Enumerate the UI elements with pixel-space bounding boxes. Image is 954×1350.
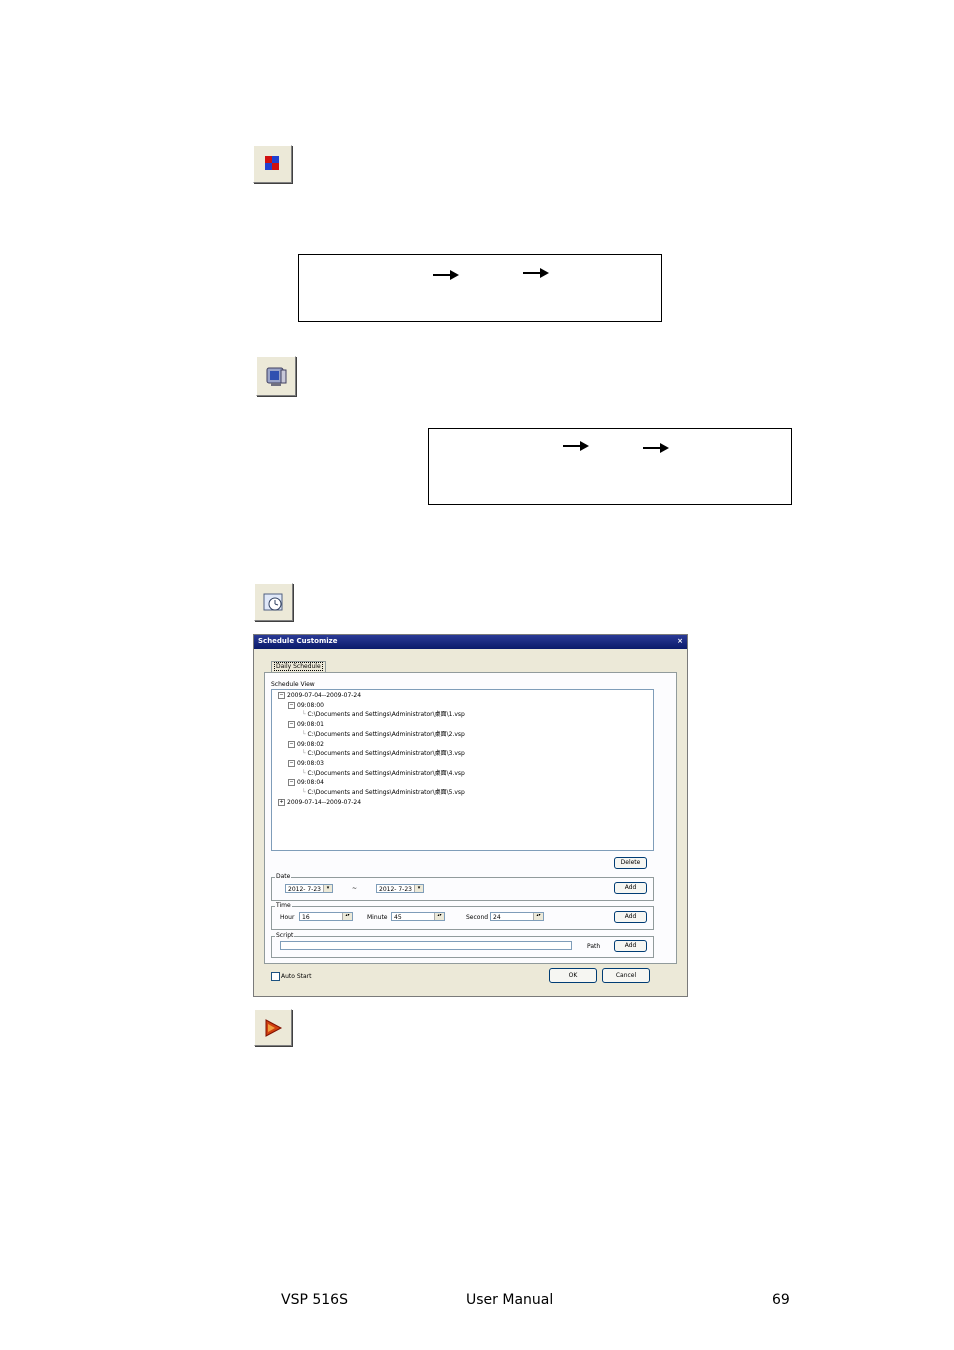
monitor-icon	[266, 367, 287, 386]
date-group-label: Date	[275, 873, 292, 880]
date-from-value: 2012- 7-23	[288, 886, 321, 893]
schedule-button[interactable]	[254, 583, 293, 621]
minute-value: 45	[394, 914, 402, 921]
cancel-button[interactable]: Cancel	[602, 968, 650, 983]
chevron-down-icon[interactable]: ▾	[323, 885, 332, 892]
path-label: Path	[587, 943, 601, 950]
tree-node[interactable]: −09:08:02	[288, 740, 324, 748]
tree-node-label: C:\Documents and Settings\Administrator\…	[307, 750, 465, 758]
footer-doc-title: User Manual	[466, 1292, 554, 1308]
expand-icon[interactable]: +	[278, 798, 285, 806]
chevron-down-icon[interactable]: ▾	[414, 885, 423, 892]
schedule-customize-dialog: Schedule Customize × Daily Schedule Sche…	[253, 634, 688, 997]
collapse-icon[interactable]: −	[288, 759, 295, 767]
tree-node-label: C:\Documents and Settings\Administrator\…	[307, 769, 465, 777]
tree-node[interactable]: └ C:\Documents and Settings\Administrato…	[302, 789, 465, 796]
hour-spinner[interactable]: 16 ▴▾	[299, 912, 353, 921]
tree-node-label: 09:08:00	[297, 701, 324, 709]
menu-path-box	[298, 254, 662, 322]
tree-node-label: 09:08:04	[297, 779, 324, 787]
schedule-tree[interactable]: −2009-07-04--2009-07-24−09:08:00 └ C:\Doc…	[271, 689, 654, 851]
monitor-button[interactable]	[256, 356, 296, 396]
tree-node[interactable]: └ C:\Documents and Settings\Administrato…	[302, 731, 465, 738]
date-separator: ~	[352, 885, 358, 892]
second-spinner[interactable]: 24 ▴▾	[490, 912, 544, 921]
play-icon	[265, 1019, 283, 1037]
footer-page-number: 69	[772, 1292, 790, 1308]
add-date-button[interactable]: Add	[614, 882, 647, 894]
collapse-icon[interactable]: −	[288, 740, 295, 748]
dialog-title: Schedule Customize	[258, 637, 338, 645]
second-value: 24	[493, 914, 501, 921]
auto-start-checkbox[interactable]	[271, 972, 280, 981]
menu-path-box	[428, 428, 792, 505]
hour-label: Hour	[280, 914, 295, 921]
collapse-icon[interactable]: −	[288, 721, 295, 729]
script-path-input[interactable]	[280, 941, 572, 950]
tree-node-label: 2009-07-04--2009-07-24	[287, 692, 362, 699]
tree-node-label: 2009-07-14--2009-07-24	[287, 798, 362, 806]
spin-arrows-icon[interactable]: ▴▾	[342, 913, 352, 920]
tree-node-label: 09:08:02	[297, 740, 324, 748]
collapse-icon[interactable]: −	[278, 692, 285, 699]
arrow-icon	[523, 268, 549, 278]
delete-button[interactable]: Delete	[614, 857, 647, 869]
quad-color-icon	[265, 156, 279, 170]
footer-product: VSP 516S	[281, 1292, 348, 1308]
dialog-titlebar: Schedule Customize ×	[254, 635, 687, 649]
script-group-label: Script	[275, 932, 295, 939]
tree-node[interactable]: −09:08:00	[288, 701, 324, 709]
ok-button[interactable]: OK	[549, 968, 597, 983]
date-to-value: 2012- 7-23	[379, 886, 412, 893]
tree-node[interactable]: └ C:\Documents and Settings\Administrato…	[302, 770, 465, 777]
collapse-icon[interactable]: −	[288, 779, 295, 787]
arrow-icon	[643, 443, 669, 453]
time-group-label: Time	[275, 902, 292, 909]
tab-daily-schedule[interactable]: Daily Schedule	[271, 661, 326, 672]
tree-node-label: C:\Documents and Settings\Administrator\…	[307, 730, 465, 738]
arrow-icon	[433, 270, 459, 280]
minute-label: Minute	[367, 914, 388, 921]
schedule-clock-icon	[263, 593, 283, 611]
tree-node-label: C:\Documents and Settings\Administrator\…	[307, 711, 465, 719]
date-from-picker[interactable]: 2012- 7-23 ▾	[285, 884, 333, 893]
add-time-button[interactable]: Add	[614, 911, 647, 923]
play-button[interactable]	[254, 1009, 292, 1046]
tree-node[interactable]: −09:08:04	[288, 779, 324, 787]
quad-view-button[interactable]	[253, 145, 292, 183]
spin-arrows-icon[interactable]: ▴▾	[533, 913, 543, 920]
collapse-icon[interactable]: −	[288, 701, 295, 709]
tree-node[interactable]: +2009-07-14--2009-07-24	[278, 798, 362, 806]
tree-node-label: 09:08:03	[297, 759, 324, 767]
schedule-view-label: Schedule View	[271, 681, 315, 688]
add-script-button[interactable]: Add	[614, 940, 647, 952]
arrow-icon	[563, 441, 589, 451]
tree-node[interactable]: −2009-07-04--2009-07-24	[278, 692, 361, 699]
tab-label: Daily Schedule	[274, 662, 323, 671]
tree-node[interactable]: └ C:\Documents and Settings\Administrato…	[302, 750, 465, 757]
close-icon[interactable]: ×	[677, 637, 683, 645]
minute-spinner[interactable]: 45 ▴▾	[391, 912, 445, 921]
tree-node[interactable]: −09:08:03	[288, 759, 324, 767]
auto-start-label: Auto Start	[281, 973, 312, 980]
tree-node-label: C:\Documents and Settings\Administrator\…	[307, 789, 465, 796]
spin-arrows-icon[interactable]: ▴▾	[434, 913, 444, 920]
tree-node[interactable]: −09:08:01	[288, 721, 324, 729]
second-label: Second	[466, 914, 489, 921]
tree-node-label: 09:08:01	[297, 721, 324, 729]
tree-node[interactable]: └ C:\Documents and Settings\Administrato…	[302, 711, 465, 718]
date-to-picker[interactable]: 2012- 7-23 ▾	[376, 884, 424, 893]
hour-value: 16	[302, 914, 310, 921]
